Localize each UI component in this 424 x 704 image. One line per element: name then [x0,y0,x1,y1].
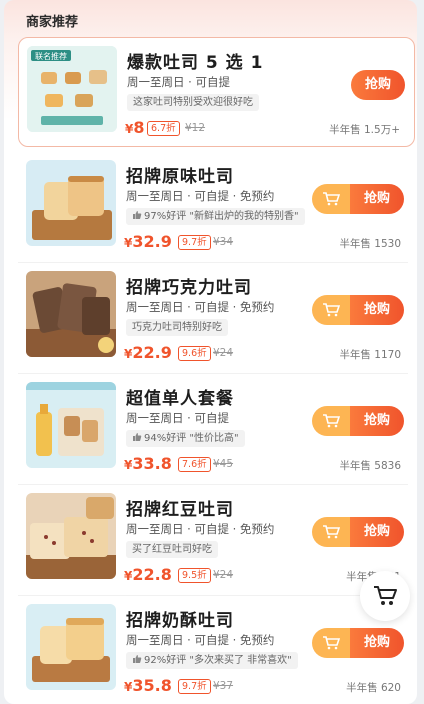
discount-badge: 7.6折 [178,457,211,472]
product-image [26,382,116,468]
cart-icon [323,303,340,317]
availability-text: 周一至周日 · 可自提 [126,411,229,425]
cart-icon [374,586,397,605]
availability-text: 周一至周日 · 可自提 [127,75,230,89]
cart-icon [323,525,340,539]
thumb-badge-text: 联名推荐 [35,51,67,61]
floating-cart-button[interactable] [360,571,410,621]
add-cart-buy-group[interactable]: 抢购 [312,184,404,214]
availability-text: 周一至周日 · 可自提 · 免预约 [126,633,275,647]
review-tagline: 巧克力吐司特别好吃 [126,319,228,336]
price-value: 32.9 [132,232,172,251]
product-image [26,493,116,579]
product-card[interactable]: 招牌奶酥吐司 周一至周日 · 可自提 · 免预约 92%好评 "多次来买了 非常… [18,596,415,704]
buy-button[interactable]: 抢购 [351,70,405,100]
cart-icon [323,192,340,206]
buy-button[interactable]: 抢购 [350,628,404,658]
buy-button[interactable]: 抢购 [350,517,404,547]
price: ¥35.8 [124,676,172,695]
product-card[interactable]: 招牌原味吐司 周一至周日 · 可自提 · 免预约 97%好评 "新鲜出炉的我的特… [18,152,415,260]
product-title: 爆款吐司 5 选 1 [127,53,264,73]
product-image: 联名推荐 [27,46,117,132]
product-image [26,604,116,690]
product-title: 招牌巧克力吐司 [126,278,252,298]
availability-text: 周一至周日 · 可自提 · 免预约 [126,300,275,314]
product-image [26,160,116,246]
add-to-cart-button[interactable] [312,184,350,214]
divider [18,595,408,596]
sales-count: 半年售 1170 [339,349,401,361]
add-cart-buy-group[interactable]: 抢购 [312,295,404,325]
product-title: 超值单人套餐 [126,389,234,409]
discount-badge: 9.7折 [178,679,211,694]
price-value: 33.8 [132,454,172,473]
sales-count: 半年售 5836 [339,460,401,472]
product-title: 招牌奶酥吐司 [126,611,234,631]
product-image [26,271,116,357]
original-price: ¥24 [213,347,234,359]
price-value: 22.8 [132,565,172,584]
price: ¥22.8 [124,565,172,584]
review-tagline: 买了红豆吐司好吃 [126,541,218,558]
product-title: 招牌原味吐司 [126,167,234,187]
price: ¥8 [125,118,145,137]
sales-count: 半年售 1.5万+ [329,124,400,136]
discount-badge: 9.6折 [178,346,211,361]
add-to-cart-button[interactable] [312,406,350,436]
buy-button[interactable]: 抢购 [350,184,404,214]
review-tagline: 94%好评 "性价比高" [126,430,245,447]
discount-badge: 6.7折 [147,121,180,136]
cart-icon [323,636,340,650]
discount-badge: 9.5折 [178,568,211,583]
thumbs-up-icon [133,433,142,441]
review-tagline: 97%好评 "新鲜出炉的我的特别香" [126,208,305,225]
product-title: 招牌红豆吐司 [126,500,234,520]
original-price: ¥45 [213,458,234,470]
divider [18,484,408,485]
divider [18,373,408,374]
original-price: ¥12 [185,122,206,134]
sales-count: 半年售 620 [346,682,401,694]
product-card-featured[interactable]: 联名推荐 爆款吐司 5 选 1 周一至周日 · 可自提 这家吐司特别受欢迎很好吃… [18,37,415,147]
review-tagline: 这家吐司特别受欢迎很好吃 [127,94,259,111]
divider [18,262,408,263]
buy-button[interactable]: 抢购 [350,295,404,325]
add-cart-buy-group[interactable]: 抢购 [312,628,404,658]
price-value: 22.9 [132,343,172,362]
sales-count: 半年售 1530 [339,238,401,250]
original-price: ¥37 [213,680,234,692]
add-to-cart-button[interactable] [312,295,350,325]
section-title: 商家推荐 [26,15,79,30]
buy-button[interactable]: 抢购 [350,406,404,436]
add-cart-buy-group[interactable]: 抢购 [312,406,404,436]
original-price: ¥34 [213,236,234,248]
original-price: ¥24 [213,569,234,581]
add-to-cart-button[interactable] [312,628,350,658]
product-card[interactable]: 招牌巧克力吐司 周一至周日 · 可自提 · 免预约 巧克力吐司特别好吃 ¥22.… [18,263,415,371]
cart-icon [323,414,340,428]
price-value: 8 [133,118,145,137]
price: ¥32.9 [124,232,172,251]
price: ¥33.8 [124,454,172,473]
price: ¥22.9 [124,343,172,362]
thumbs-up-icon [133,211,142,219]
availability-text: 周一至周日 · 可自提 · 免预约 [126,189,275,203]
price-value: 35.8 [132,676,172,695]
discount-badge: 9.7折 [178,235,211,250]
add-to-cart-button[interactable] [312,517,350,547]
review-tagline: 92%好评 "多次来买了 非常喜欢" [126,652,298,669]
product-card[interactable]: 超值单人套餐 周一至周日 · 可自提 94%好评 "性价比高" ¥33.8 7.… [18,374,415,482]
availability-text: 周一至周日 · 可自提 · 免预约 [126,522,275,536]
thumbs-up-icon [133,655,142,663]
product-card[interactable]: 招牌红豆吐司 周一至周日 · 可自提 · 免预约 买了红豆吐司好吃 ¥22.8 … [18,485,415,593]
add-cart-buy-group[interactable]: 抢购 [312,517,404,547]
recommend-panel: 商家推荐 联名推荐 爆款吐司 5 选 1 周一至周日 · 可自提 这家吐司特别受… [4,0,417,704]
